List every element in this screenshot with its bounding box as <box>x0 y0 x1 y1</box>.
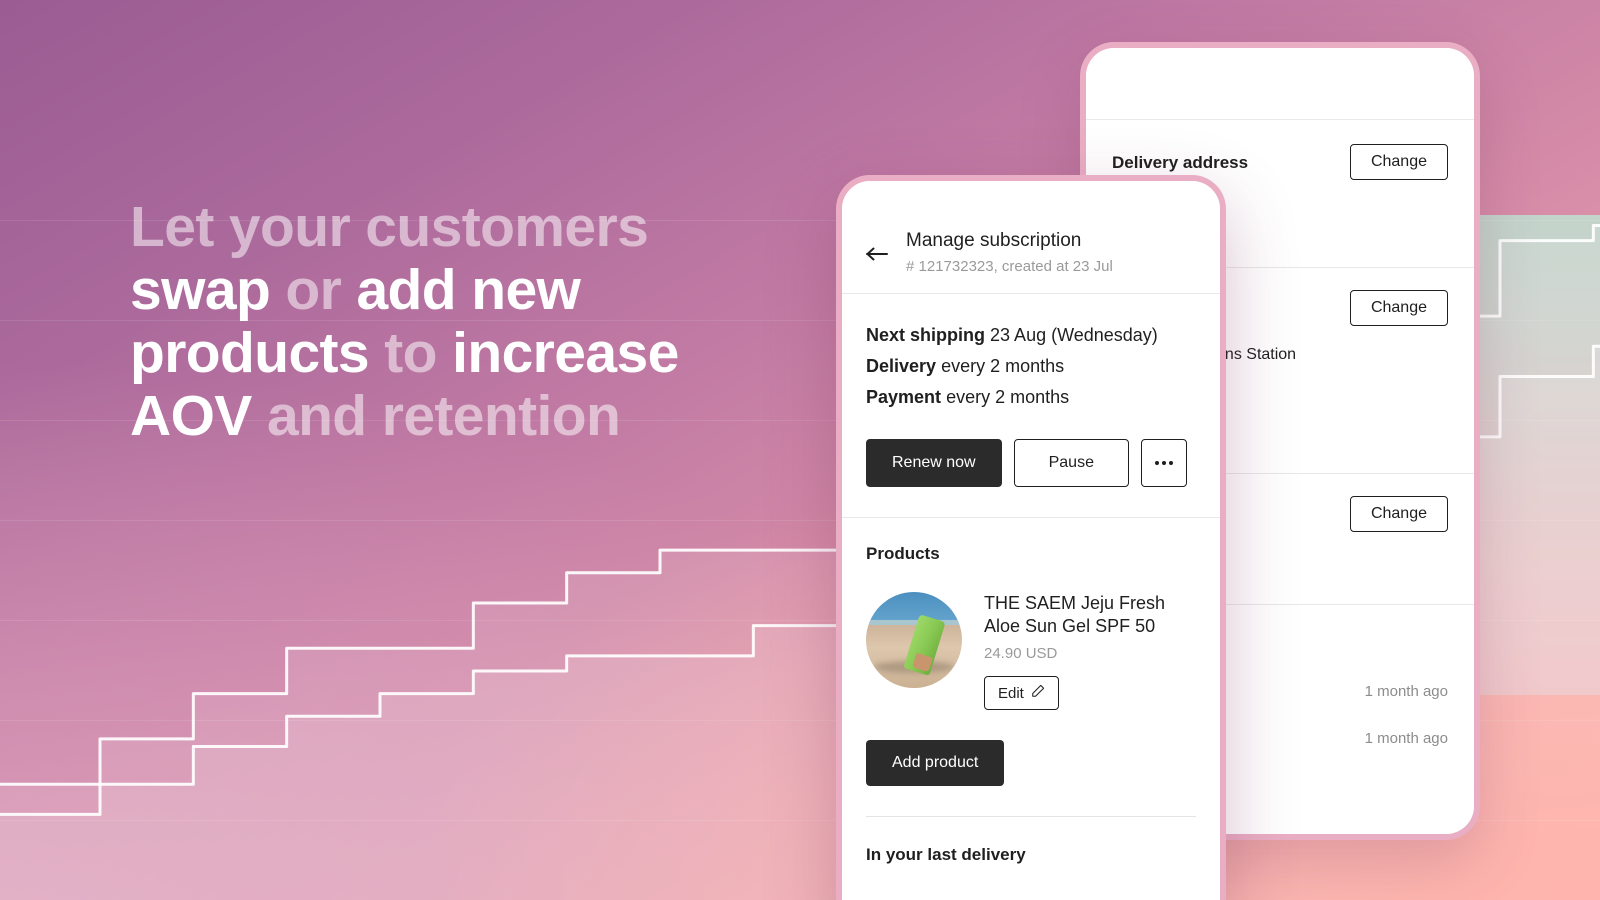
summary-row-payment: Payment every 2 months <box>866 382 1196 413</box>
phone-mockup-front: Manage subscription # 121732323, created… <box>836 175 1226 900</box>
back-arrow-icon[interactable] <box>864 241 890 267</box>
dot-icon <box>1168 460 1173 465</box>
edit-button-label: Edit <box>998 684 1024 702</box>
headline-segment-strong: products <box>130 320 385 385</box>
edit-product-button[interactable]: Edit <box>984 676 1059 711</box>
summary-label: Next shipping <box>866 324 986 345</box>
headline-line-4: AOV and retention <box>130 383 770 448</box>
subscription-summary: Next shipping 23 Aug (Wednesday) Deliver… <box>842 294 1220 517</box>
dot-icon <box>1154 460 1159 465</box>
summary-value: every 2 months <box>946 386 1070 407</box>
summary-row-delivery: Delivery every 2 months <box>866 351 1196 382</box>
summary-row-next-shipping: Next shipping 23 Aug (Wednesday) <box>866 320 1196 351</box>
pause-button[interactable]: Pause <box>1013 438 1129 487</box>
headline-segment-muted: Let your customers <box>130 195 649 259</box>
product-info: THE SAEM Jeju Fresh Aloe Sun Gel SPF 50 … <box>984 592 1196 711</box>
summary-value: every 2 months <box>941 355 1065 376</box>
product-name: THE SAEM Jeju Fresh Aloe Sun Gel SPF 50 <box>984 592 1166 637</box>
section-title: Products <box>866 543 940 563</box>
section-title: Delivery address <box>1112 153 1249 172</box>
header-text-block: Manage subscription # 121732323, created… <box>906 229 1113 275</box>
dot-icon <box>1161 460 1166 465</box>
summary-label: Delivery <box>866 355 937 376</box>
renew-now-button[interactable]: Renew now <box>866 438 1002 487</box>
product-price: 24.90 USD <box>984 645 1058 663</box>
subscription-meta: # 121732323, created at 23 Jul <box>906 257 1113 275</box>
product-list-item[interactable]: THE SAEM Jeju Fresh Aloe Sun Gel SPF 50 … <box>866 591 1196 711</box>
products-section: Products THE SAEM Jeju Fresh Aloe Sun Ge… <box>842 518 1220 866</box>
history-timestamp: 1 month ago <box>1364 682 1448 700</box>
headline-segment-muted: and retention <box>266 383 621 448</box>
add-product-button[interactable]: Add product <box>866 740 1005 787</box>
summary-label: Payment <box>866 386 942 407</box>
page-headline: Let your customers swap or add new product… <box>130 196 770 448</box>
headline-segment-strong: AOV <box>130 383 267 448</box>
product-thumbnail-image <box>866 591 962 688</box>
back-section-delivery-address: Delivery address Change <box>1086 120 1474 180</box>
divider <box>866 816 1196 818</box>
front-phone-screen: Manage subscription # 121732323, created… <box>842 181 1220 900</box>
change-delivery-address-button[interactable]: Change <box>1349 144 1448 180</box>
horizon-band <box>866 620 962 626</box>
summary-value: 23 Aug (Wednesday) <box>990 324 1158 345</box>
headline-segment-strong: swap <box>130 257 286 322</box>
headline-line-3: products to increase <box>130 320 770 385</box>
headline-segment-strong: increase <box>452 320 679 385</box>
page-title: Manage subscription <box>906 230 1082 251</box>
headline-segment-muted: or <box>285 257 357 322</box>
history-timestamp: 1 month ago <box>1364 729 1448 747</box>
headline-segment-muted: to <box>384 320 453 385</box>
headline-line-1: Let your customers <box>130 196 770 259</box>
subscription-header: Manage subscription # 121732323, created… <box>842 181 1220 293</box>
subscription-actions: Renew now Pause <box>866 438 1196 517</box>
change-payment-method-button[interactable]: Change <box>1349 495 1448 532</box>
headline-segment-strong: add new <box>356 257 581 322</box>
pencil-icon <box>1031 684 1045 702</box>
change-pickup-point-button[interactable]: Change <box>1349 290 1448 327</box>
last-delivery-title: In your last delivery <box>866 845 1026 865</box>
headline-line-2: swap or add new <box>130 257 770 322</box>
more-options-button[interactable] <box>1140 438 1187 487</box>
